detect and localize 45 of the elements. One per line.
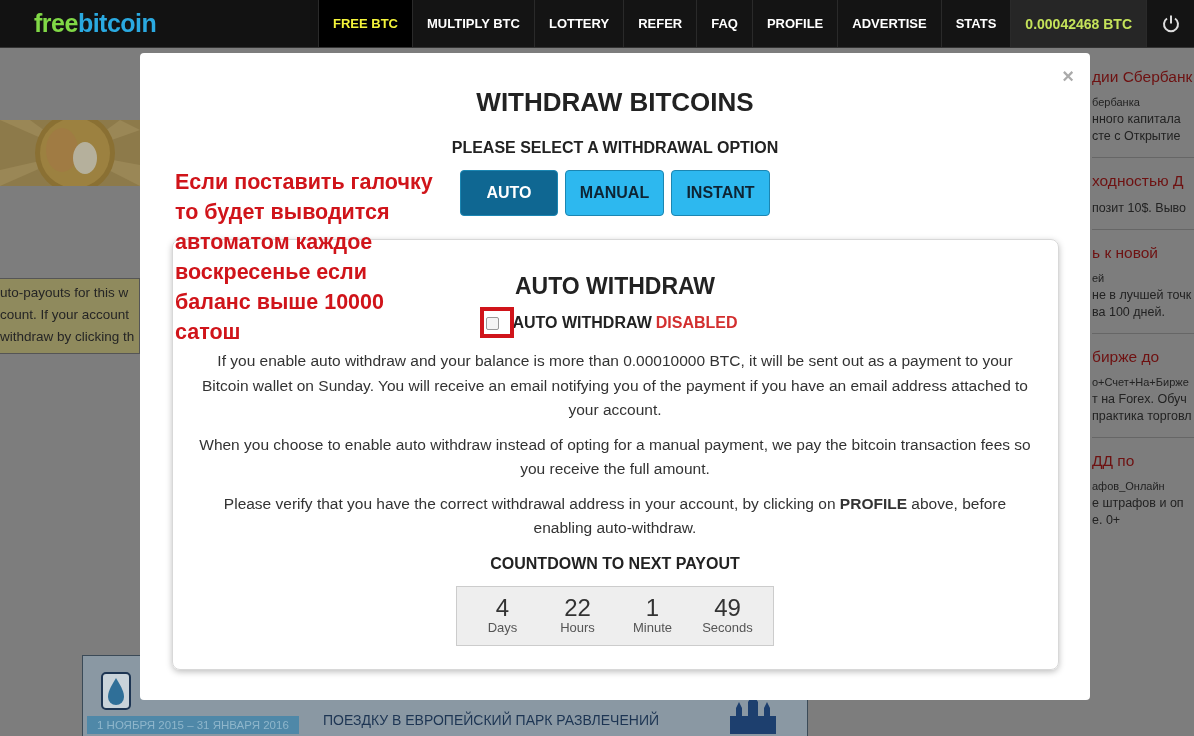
ad-text: практика торговл <box>1092 408 1193 425</box>
option-button[interactable]: MANUAL <box>565 170 664 216</box>
date-ribbon: 1 НОЯБРЯ 2015 – 31 ЯНВАРЯ 2016 <box>87 716 299 734</box>
ad-text: сте с Открытие <box>1092 128 1182 145</box>
notice-text: uto-payouts for this w <box>0 284 130 302</box>
ad-text: е штрафов и оп <box>1092 495 1185 512</box>
highlight-frame <box>480 307 514 338</box>
ad-source: афов_Онлайн <box>1092 480 1166 492</box>
paragraph: If you enable auto withdraw and your balance is more than 0.00010000 BTC, it will be sent out as a payment to your Bitcoin wallet on Sunday. You will receive an email notifying you of the payment if you have an email address attached to your account. <box>201 351 1029 420</box>
status-text: DISABLED <box>655 314 738 332</box>
ad-text: ва 100 дней. <box>1092 304 1166 321</box>
notice-text: count. If your account <box>0 306 131 324</box>
notice-text: withdraw by clicking th <box>0 328 136 346</box>
paragraph: When you choose to enable auto withdraw instead of opting for a manual payment, we pay the bitcoin transaction fees so you receive the full amount. <box>198 434 1032 479</box>
ad-source: ей <box>1092 272 1106 284</box>
ad-text: нного капитала <box>1092 111 1182 128</box>
countdown-unit: Seconds <box>702 620 753 635</box>
ad-source: о+Счет+На+Бирже <box>1092 376 1190 388</box>
countdown-value: 4 <box>495 596 510 620</box>
panel-title: AUTO WITHDRAW <box>514 273 716 300</box>
ad-text: т на Forex. Обуч <box>1092 391 1188 408</box>
ad-text: не в лучшей точк <box>1092 287 1193 304</box>
countdown-unit: Hours <box>560 620 595 635</box>
checkbox-label[interactable]: AUTO WITHDRAW <box>512 314 652 332</box>
checkbox[interactable] <box>486 316 500 330</box>
countdown-unit: Minute <box>633 620 672 635</box>
banner-text: ПОЕЗДКУ В ЕВРОПЕЙСКИЙ ПАРК РАЗВЛЕЧЕНИЙ <box>323 712 659 728</box>
ad-source: бербанка <box>1092 96 1141 108</box>
logo[interactable]: freebitcoin <box>34 9 157 38</box>
drop-logo-icon <box>101 672 131 710</box>
countdown-value: 1 <box>645 596 660 620</box>
modal-title: WITHDRAW BITCOINS <box>476 87 754 118</box>
countdown-title: COUNTDOWN TO NEXT PAYOUT <box>490 554 740 573</box>
annotation-text: Если поставить галочку то будет выводится автоматом каждое воскресенье если баланс выше 10000 сатош <box>175 169 434 346</box>
countdown-unit: Days <box>487 620 518 635</box>
paragraph: Please verify that you have the correct withdrawal address in your account, by clicking on PROFILE above, before enabling auto-withdraw. <box>222 493 1008 538</box>
nav-tab[interactable]: FREE BTC <box>318 0 412 47</box>
option-button[interactable]: INSTANT <box>671 170 770 216</box>
subtitle: PLEASE SELECT A WITHDRAWAL OPTION <box>451 139 779 157</box>
countdown-value: 49 <box>714 596 741 620</box>
balance: 0.00042468 BTC <box>1010 0 1146 47</box>
ad-text: е. 0+ <box>1092 512 1122 529</box>
countdown-value: 22 <box>564 596 591 620</box>
ad-text: позит 10$. Выво <box>1092 200 1188 217</box>
option-button[interactable]: AUTO <box>460 170 558 216</box>
